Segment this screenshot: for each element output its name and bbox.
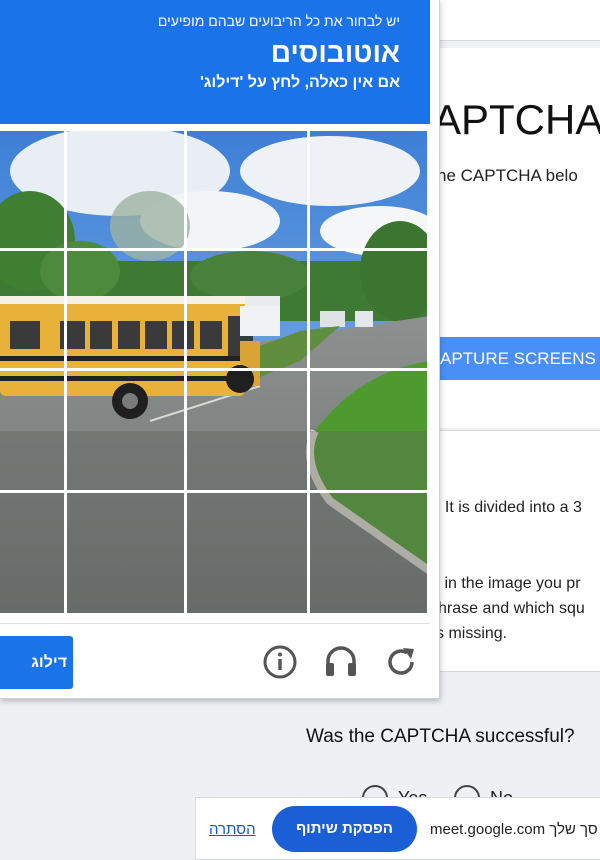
hide-link[interactable]: הסתרה [209,821,256,838]
share-notice: meet.google.com סך שלך [430,821,598,838]
description-line: . It is divided into a 3 [436,499,582,516]
screen-share-bar: הסתרה הפסקת שיתוף meet.google.com סך שלך [195,797,600,860]
captcha-widget: יש לבחור את כל הריבועים שבהם מופיעים אוט… [0,0,440,699]
captcha-tile[interactable] [310,371,430,493]
captcha-header: יש לבחור את כל הריבועים שבהם מופיעים אוט… [0,0,430,124]
description-line: it in the image you pr [432,575,581,592]
page-title: APTCHA [433,96,600,143]
capture-screenshot-button[interactable]: APTURE SCREENS [430,337,600,380]
captcha-tile[interactable] [0,251,67,371]
page-instruction: he CAPTCHA belo [437,166,578,185]
captcha-tile[interactable] [187,131,310,251]
captcha-tile[interactable] [187,251,310,371]
captcha-instruction: יש לבחור את כל הריבועים שבהם מופיעים [157,13,400,29]
stop-sharing-button[interactable]: הפסקת שיתוף [272,806,417,852]
page-top-strip [430,0,600,41]
captcha-tile[interactable] [0,493,67,616]
captcha-grid [0,131,430,616]
captcha-tile[interactable] [67,493,187,616]
captcha-tile[interactable] [310,131,430,251]
captcha-tile[interactable] [67,131,187,251]
captcha-tile[interactable] [187,371,310,493]
captcha-tile[interactable] [0,371,67,493]
captcha-tile[interactable] [310,251,430,371]
captcha-tile[interactable] [310,493,430,616]
description-line: s missing. [436,625,508,642]
reload-icon[interactable] [383,644,419,680]
captcha-tile[interactable] [67,371,187,493]
captcha-tile[interactable] [0,131,67,251]
info-icon[interactable] [262,644,298,680]
captcha-footer: דילוג [0,623,430,699]
description-line: hrase and which squ [438,600,585,617]
captcha-image [0,131,430,616]
captcha-tile[interactable] [67,251,187,371]
success-question: Was the CAPTCHA successful? [306,726,575,747]
captcha-tile[interactable] [187,493,310,616]
headphones-icon[interactable] [323,644,359,680]
captcha-skip-hint: אם אין כאלה, לחץ על 'דילוג' [199,74,400,91]
captcha-target: אוטובוסים [270,37,400,68]
skip-button[interactable]: דילוג [0,636,73,689]
